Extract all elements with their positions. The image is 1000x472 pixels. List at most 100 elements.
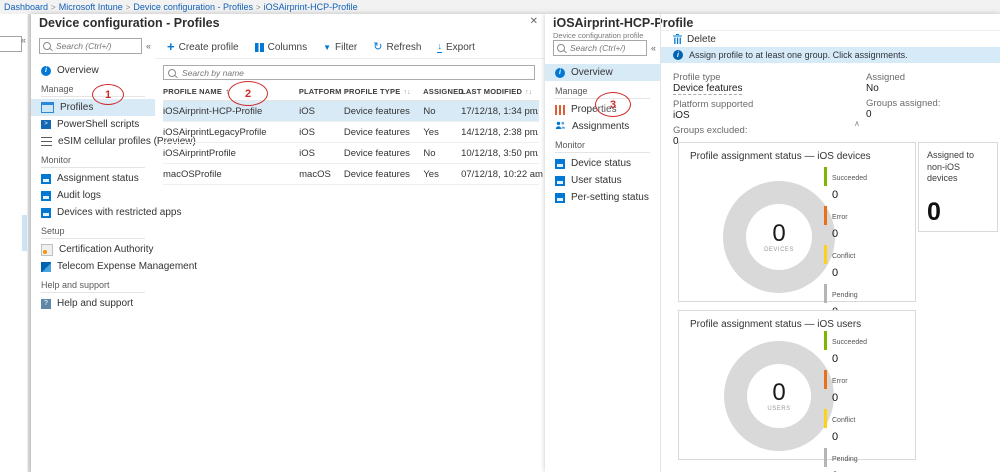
profiles-toolbar: + Create profile Columns ▼ Filter ↻ Refr… (155, 36, 545, 59)
filter-button[interactable]: ▼ Filter (323, 42, 357, 53)
collapse-icon[interactable]: « (651, 43, 656, 53)
profile-type-value[interactable]: Device features (673, 83, 742, 95)
refresh-button[interactable]: ↻ Refresh (373, 42, 421, 53)
sidebar-item-assignment-status[interactable]: Assignment status (31, 170, 155, 187)
column-header-profile-type[interactable]: PROFILE TYPE↑↓ (344, 87, 423, 96)
legend-item-succeeded: Succeeded0 (824, 167, 877, 203)
plus-icon: + (167, 42, 175, 52)
cell-profile-type: Device features (344, 148, 423, 159)
column-header-last-modified[interactable]: LAST MODIFIED↑↓ (461, 87, 525, 96)
row-context-menu-button[interactable]: … (525, 169, 539, 180)
annotation-circle-2: 2 (228, 81, 268, 106)
profiles-list-panel: + Create profile Columns ▼ Filter ↻ Refr… (155, 36, 545, 472)
sidebar-item-devices-with-restricted-apps[interactable]: Devices with restricted apps (31, 204, 155, 221)
breadcrumb-dashboard[interactable]: Dashboard (4, 2, 48, 12)
legend-color-bar (824, 206, 827, 225)
columns-icon (255, 43, 264, 52)
row-context-menu-button[interactable]: … (525, 106, 539, 117)
breadcrumb-separator: > (51, 3, 56, 12)
collapse-icon[interactable]: « (146, 41, 151, 51)
sidebar-item-per-setting-status[interactable]: Per-setting status (545, 189, 660, 206)
legend-color-bar (824, 409, 827, 428)
sidebar-item-audit-logs[interactable]: Audit logs (31, 187, 155, 204)
users-legend: Succeeded0 Error0 Conflict0 Pending0 (824, 331, 877, 472)
sidebar-item-overview[interactable]: i Overview (545, 64, 660, 81)
breadcrumb-profile[interactable]: iOSAirprint-HCP-Profile (264, 2, 358, 12)
row-context-menu-button[interactable]: … (525, 148, 539, 159)
cell-profile-name: iOSAirprint-HCP-Profile (163, 106, 299, 117)
users-count: 0 (772, 381, 785, 405)
sort-icon: ↑↓ (403, 89, 410, 96)
search-by-name-input[interactable] (180, 67, 530, 79)
collapse-icon[interactable]: « (21, 35, 26, 45)
legend-item-conflict: Conflict0 (824, 245, 877, 281)
blade1-menu: « i Overview Manage Profiles > PowerShel… (31, 36, 155, 472)
export-button[interactable]: ↓ Export (437, 42, 474, 53)
blade-profile-overview: iOSAirprint-HCP-Profile Device configura… (545, 14, 1000, 472)
devices-count: 0 (772, 222, 785, 246)
sidebar-item-device-status[interactable]: Device status (545, 155, 660, 172)
sidebar-item-telecom-expense-management[interactable]: Telecom Expense Management (31, 258, 155, 275)
sidebar-item-user-status[interactable]: User status (545, 172, 660, 189)
legend-item-error: Error0 (824, 370, 877, 406)
table-row-iosairprintprofile[interactable]: iOSAirprintProfile iOS Device features N… (163, 143, 539, 164)
powershell-icon: > (41, 120, 51, 129)
previous-blade-edge: « (0, 14, 27, 472)
cell-platform: macOS (299, 169, 344, 180)
cell-profile-name: iOSAirprintLegacyProfile (163, 127, 299, 138)
groups-excluded-label: Groups excluded: (673, 125, 753, 136)
breadcrumb-microsoft-intune[interactable]: Microsoft Intune (59, 2, 123, 12)
info-icon: i (555, 68, 565, 78)
chevron-up-icon[interactable]: ∧ (854, 119, 860, 128)
table-row-iosairprintlegacyprofile[interactable]: iOSAirprintLegacyProfile iOS Device feat… (163, 122, 539, 143)
create-profile-button[interactable]: + Create profile (167, 42, 239, 53)
previous-blade-search-box[interactable] (0, 36, 22, 52)
delete-button[interactable]: Delete (661, 30, 1000, 47)
users-chart-card: Profile assignment status — iOS users 0 … (678, 310, 916, 460)
groups-assigned-label: Groups assigned: (866, 98, 940, 109)
column-header-assigned[interactable]: ASSIGNED↑↓ (423, 87, 461, 96)
platform-supported-label: Platform supported (673, 99, 753, 110)
close-icon[interactable]: ✕ (530, 16, 538, 27)
sidebar-item-assignments[interactable]: Assignments (545, 118, 660, 135)
sidebar-item-help-and-support[interactable]: ? Help and support (31, 295, 155, 312)
assigned-label: Assigned (866, 72, 940, 83)
search-by-name-box[interactable] (163, 65, 535, 80)
sidebar-item-esim-cellular-profiles[interactable]: eSIM cellular profiles (Preview) (31, 133, 155, 150)
blade-device-configuration-profiles: Device configuration - Profiles ✕ « i Ov… (31, 14, 545, 472)
sidebar-item-profiles[interactable]: Profiles (31, 99, 155, 116)
legend-color-bar (824, 284, 827, 303)
breadcrumb-separator: > (256, 3, 261, 12)
column-header-platform[interactable]: PLATFORM↑↓ (299, 87, 344, 96)
legend-item-pending: Pending0 (824, 448, 877, 472)
audit-logs-icon (41, 191, 51, 201)
cell-platform: iOS (299, 106, 344, 117)
table-row-macosprofile[interactable]: macOSProfile macOS Device features Yes 0… (163, 164, 539, 185)
scrollbar-thumb[interactable] (22, 215, 27, 251)
legend-color-bar (824, 370, 827, 389)
filter-icon: ▼ (323, 43, 331, 52)
sidebar-item-certification-authority[interactable]: Certification Authority (31, 241, 155, 258)
groups-assigned-value: 0 (866, 109, 940, 120)
table-row-iosairprint-hcp-profile[interactable]: iOSAirprint-HCP-Profile iOS Device featu… (163, 101, 539, 122)
sidebar-item-powershell-scripts[interactable]: > PowerShell scripts (31, 116, 155, 133)
refresh-icon: ↻ (373, 42, 382, 52)
sidebar-item-overview[interactable]: i Overview (31, 62, 155, 79)
blade1-search-input[interactable] (54, 40, 138, 52)
breadcrumb-device-configuration-profiles[interactable]: Device configuration - Profiles (133, 2, 253, 12)
row-context-menu-button[interactable]: … (525, 127, 539, 138)
blade1-search-box[interactable] (39, 38, 142, 54)
assignment-info-banner[interactable]: i Assign profile to at least one group. … (661, 47, 1000, 63)
cell-profile-type: Device features (344, 106, 423, 117)
cell-assigned: No (423, 148, 461, 159)
page-title: Device configuration - Profiles (39, 16, 220, 30)
cell-last-modified: 17/12/18, 1:34 pm (461, 106, 525, 117)
cell-profile-name: iOSAirprintProfile (163, 148, 299, 159)
blade2-search-input[interactable] (568, 42, 643, 54)
columns-button[interactable]: Columns (255, 42, 307, 53)
cell-last-modified: 14/12/18, 2:38 pm (461, 127, 525, 138)
blade2-search-box[interactable] (553, 40, 647, 56)
users-chart-title: Profile assignment status — iOS users (679, 311, 915, 330)
profiles-table-icon (41, 102, 54, 113)
annotation-circle-1: 1 (92, 84, 124, 105)
